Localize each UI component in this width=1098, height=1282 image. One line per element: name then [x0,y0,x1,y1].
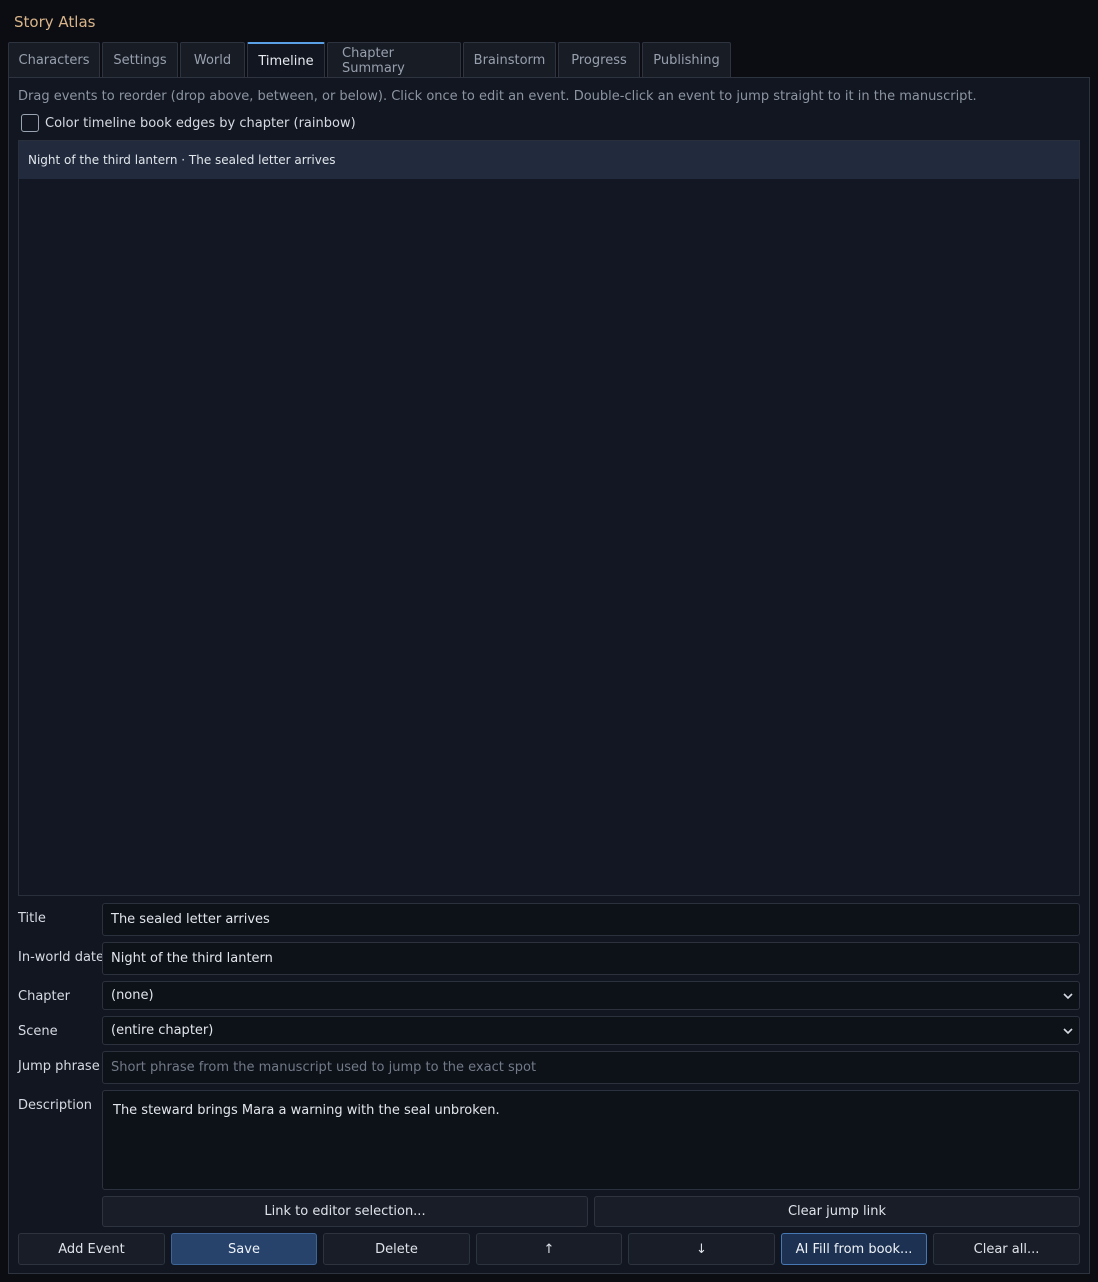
scene-label: Scene [18,1024,58,1039]
clear-jump-link-button[interactable]: Clear jump link [594,1196,1080,1227]
tab-characters[interactable]: Characters [8,42,100,78]
description-value: The steward brings Mara a warning with t… [113,1103,500,1118]
move-up-button[interactable]: ↑ [476,1233,622,1265]
scene-select[interactable]: (entire chapter) [102,1016,1080,1045]
date-field-value: Night of the third lantern [111,951,273,966]
add-event-button[interactable]: Add Event [18,1233,165,1265]
list-item[interactable]: Night of the third lantern · The sealed … [19,141,1079,179]
ai-fill-button[interactable]: AI Fill from book... [781,1233,927,1265]
chevron-down-icon [1063,1027,1073,1034]
tab-chapter-summary[interactable]: Chapter Summary [327,42,461,78]
timeline-hint: Drag events to reorder (drop above, betw… [18,89,977,104]
event-item-label: Night of the third lantern · The sealed … [28,153,336,167]
scene-select-value: (entire chapter) [111,1023,214,1038]
jump-phrase-label: Jump phrase [18,1059,100,1074]
date-label: In-world date [18,950,105,965]
tab-progress[interactable]: Progress [558,42,640,78]
save-button[interactable]: Save [171,1233,317,1265]
tab-settings[interactable]: Settings [102,42,178,78]
tab-timeline[interactable]: Timeline [247,42,325,78]
clear-all-button[interactable]: Clear all... [933,1233,1080,1265]
tab-world[interactable]: World [180,42,245,78]
tab-bar: Characters Settings World Timeline Chapt… [8,42,733,78]
chapter-select-value: (none) [111,988,154,1003]
description-textarea[interactable]: The steward brings Mara a warning with t… [102,1090,1080,1190]
chapter-label: Chapter [18,989,70,1004]
chapter-select[interactable]: (none) [102,981,1080,1010]
color-by-chapter-option[interactable]: Color timeline book edges by chapter (ra… [21,114,356,132]
app-title: Story Atlas [14,13,96,31]
tab-brainstorm[interactable]: Brainstorm [463,42,556,78]
move-down-button[interactable]: ↓ [628,1233,775,1265]
title-label: Title [18,911,46,926]
jump-phrase-placeholder: Short phrase from the manuscript used to… [111,1060,537,1075]
event-list[interactable]: Night of the third lantern · The sealed … [18,140,1080,896]
color-by-chapter-label: Color timeline book edges by chapter (ra… [45,115,356,131]
in-world-date-field[interactable]: Night of the third lantern [102,942,1080,975]
title-field-value: The sealed letter arrives [111,912,270,927]
link-to-editor-selection-button[interactable]: Link to editor selection... [102,1196,588,1227]
jump-phrase-field[interactable]: Short phrase from the manuscript used to… [102,1051,1080,1084]
color-by-chapter-checkbox[interactable] [21,114,39,132]
chevron-down-icon [1063,992,1073,999]
description-label: Description [18,1098,93,1113]
tab-publishing[interactable]: Publishing [642,42,731,78]
delete-button[interactable]: Delete [323,1233,470,1265]
title-field[interactable]: The sealed letter arrives [102,903,1080,936]
